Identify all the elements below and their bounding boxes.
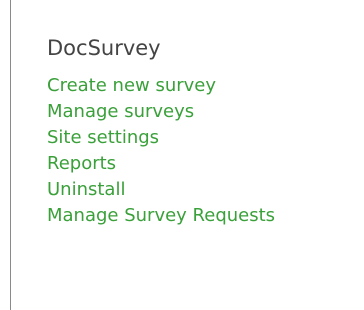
link-manage-surveys[interactable]: Manage surveys: [47, 99, 275, 125]
link-uninstall[interactable]: Uninstall: [47, 177, 275, 203]
link-site-settings[interactable]: Site settings: [47, 125, 275, 151]
docsurvey-panel: DocSurvey Create new survey Manage surve…: [10, 0, 364, 310]
link-create-new-survey[interactable]: Create new survey: [47, 73, 275, 99]
link-list: Create new survey Manage surveys Site se…: [47, 73, 275, 229]
link-reports[interactable]: Reports: [47, 151, 275, 177]
link-manage-survey-requests[interactable]: Manage Survey Requests: [47, 203, 275, 229]
panel-title: DocSurvey: [47, 36, 161, 60]
